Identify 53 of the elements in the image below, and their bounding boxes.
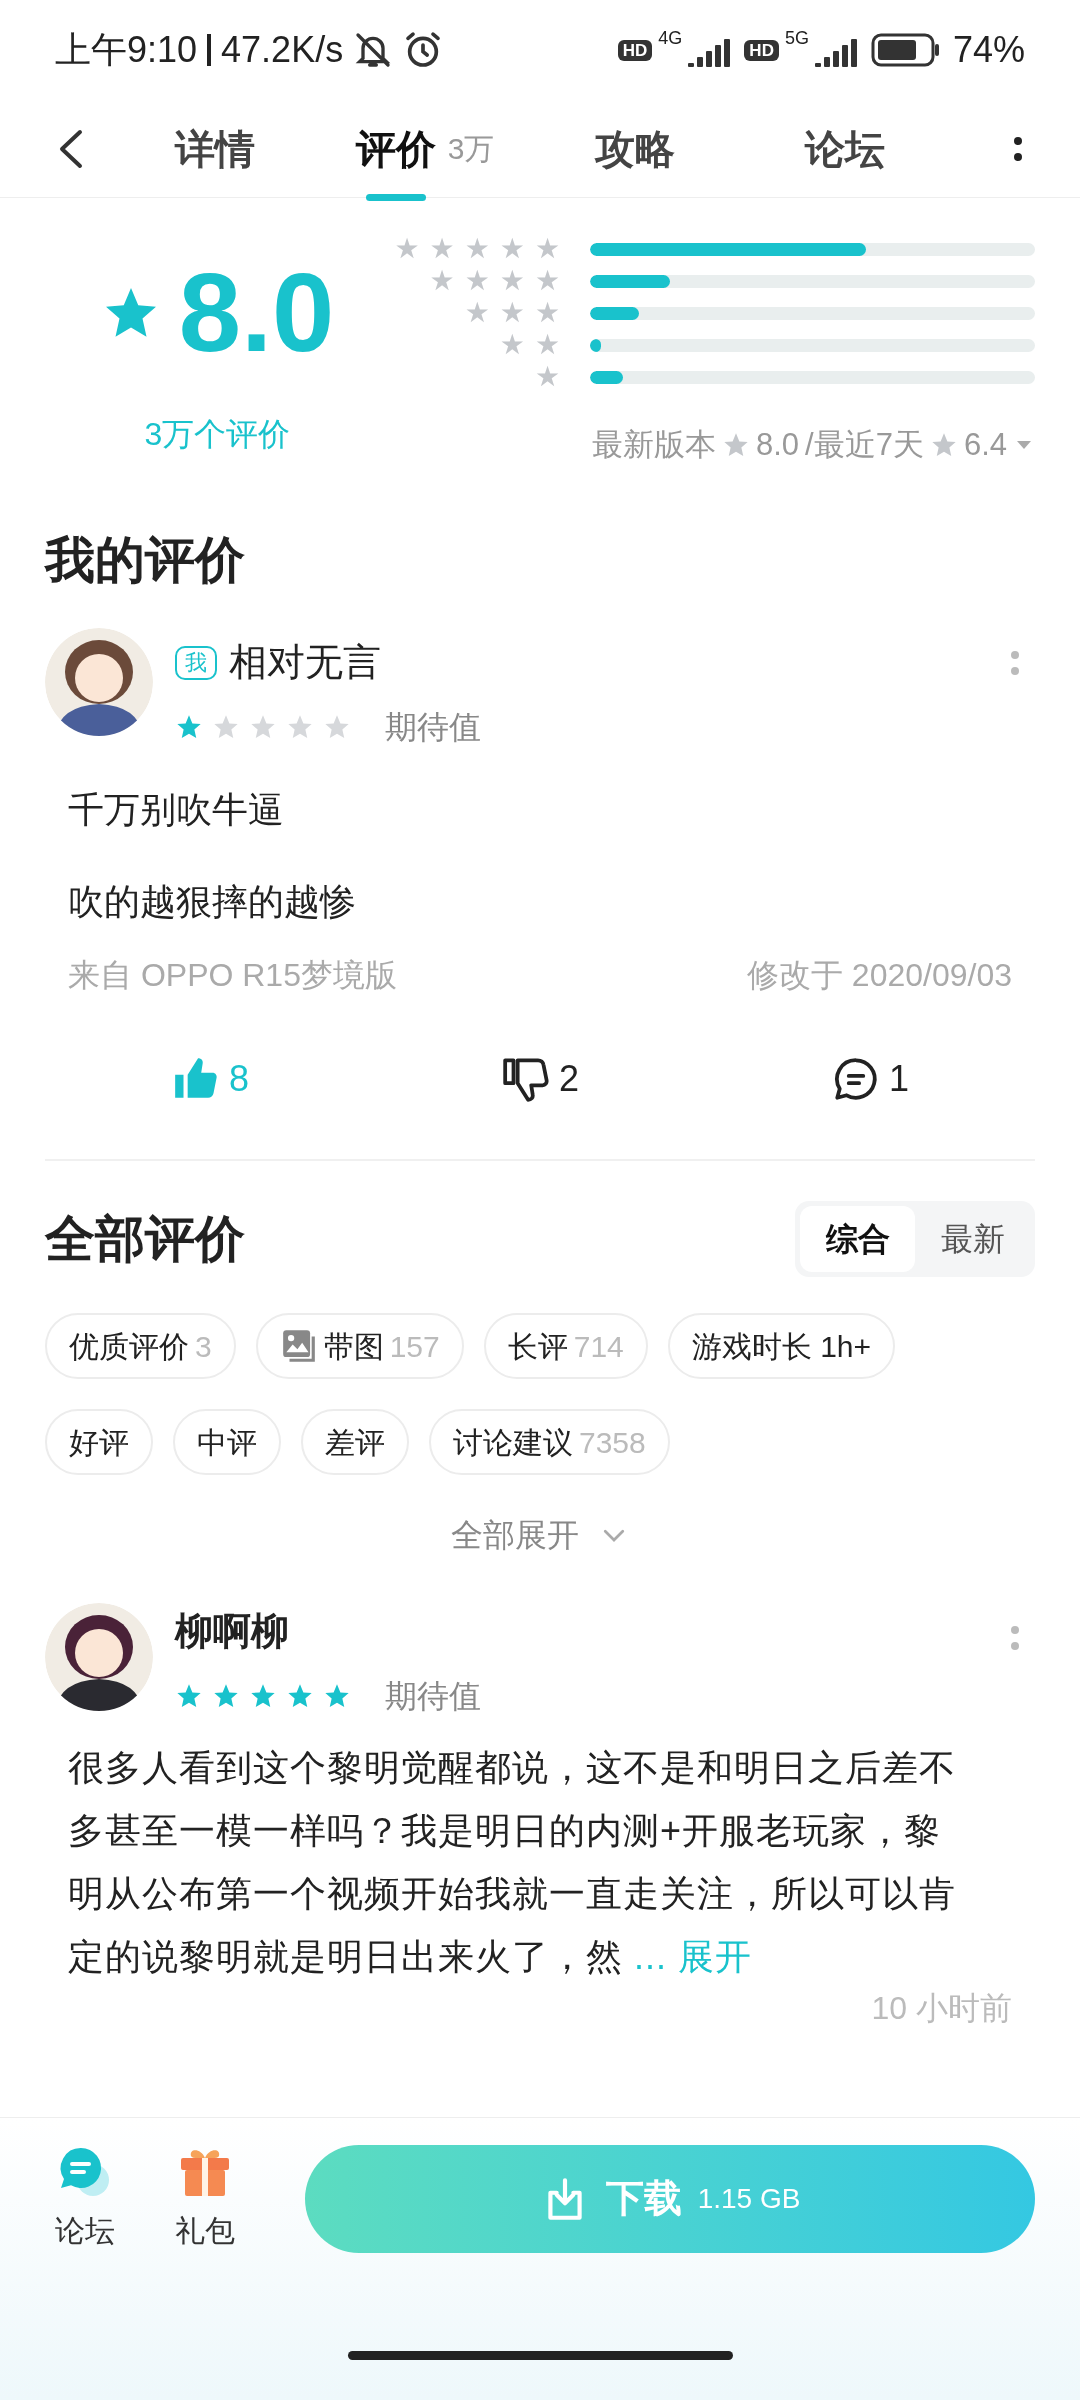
rating-count: 3万个评价: [144, 415, 291, 454]
review-text: 吹的越狠摔的越惨: [68, 880, 357, 924]
filter-chip[interactable]: 讨论建议 7358: [429, 1409, 670, 1475]
sort-option[interactable]: 最新: [915, 1206, 1030, 1272]
network-type: 4G: [658, 29, 683, 47]
star-level-label: ★★★★★: [394, 235, 570, 263]
bottom-nav-item[interactable]: 论坛: [45, 2144, 125, 2253]
review-text: 千万别吹牛逼: [68, 788, 285, 832]
rating-label: 期待值: [385, 708, 481, 747]
filter-chip[interactable]: 带图 157: [255, 1313, 464, 1379]
latest-version-score: 8.0: [755, 426, 800, 464]
latest-version-label: 最新版本: [591, 426, 716, 464]
filter-chip[interactable]: 长评 714: [483, 1313, 648, 1379]
bottom-nav-item[interactable]: 礼包: [165, 2144, 245, 2253]
recent-score: 6.4: [963, 426, 1007, 464]
tab[interactable]: 攻略: [530, 99, 740, 198]
network-type: 5G: [784, 29, 809, 47]
filter-chip[interactable]: 差评: [301, 1409, 409, 1475]
section-title: 全部评价: [45, 1209, 245, 1269]
tab[interactable]: 评价 3万: [320, 99, 530, 198]
comment-button[interactable]: 1: [705, 1052, 1035, 1106]
star-level-label: ★★★★: [429, 267, 570, 295]
tab[interactable]: 论坛: [740, 99, 950, 198]
edit-date: 修改于 2020/09/03: [746, 956, 1012, 995]
me-badge: 我: [175, 645, 217, 680]
rating-label: 期待值: [385, 1677, 481, 1716]
avatar[interactable]: [45, 1603, 153, 1711]
sort-option[interactable]: 综合: [800, 1206, 915, 1272]
user-name[interactable]: 柳啊柳: [175, 1603, 983, 1660]
review-text: 很多人看到这个黎明觉醒都说，这不是和明日之后差不多甚至一模一样吗？我是明日的内测+开服老玩家，黎明从公布第一个视频开始我就一直走关注，所以可以肯定的说黎明就是明日出来火了，然 ... 展开: [67, 1746, 957, 1979]
device-info: 来自 OPPO R15梦境版: [68, 956, 397, 995]
recent-label: /最近7天: [805, 426, 924, 464]
hd-badge: HD: [617, 39, 653, 61]
expand-all-button[interactable]: 全部展开: [451, 1511, 629, 1559]
user-name[interactable]: 相对无言: [229, 634, 381, 691]
filter-chip[interactable]: 中评: [173, 1409, 281, 1475]
avatar[interactable]: [45, 628, 153, 736]
dislike-button[interactable]: 2: [375, 1052, 705, 1106]
star-level-label: ★★★: [464, 299, 570, 327]
star-level-label: ★★: [499, 331, 570, 359]
filter-chip[interactable]: 优质评价 3: [45, 1313, 236, 1379]
battery-percent: 74%: [952, 28, 1025, 72]
average-score: 8.0: [178, 257, 335, 369]
filter-chip[interactable]: 好评: [45, 1409, 153, 1475]
section-title: 我的评价: [45, 531, 246, 590]
tab[interactable]: 详情: [110, 99, 320, 198]
clock-time: 上午9:10: [55, 28, 198, 72]
filter-chip[interactable]: 游戏时长 1h+: [667, 1313, 896, 1379]
hd-badge: HD: [744, 39, 779, 61]
battery-icon: [870, 33, 941, 67]
star-level-label: ★: [534, 363, 570, 391]
network-speed: 47.2K/s: [221, 28, 344, 72]
review-time: 10 小时前: [871, 1989, 1012, 2028]
